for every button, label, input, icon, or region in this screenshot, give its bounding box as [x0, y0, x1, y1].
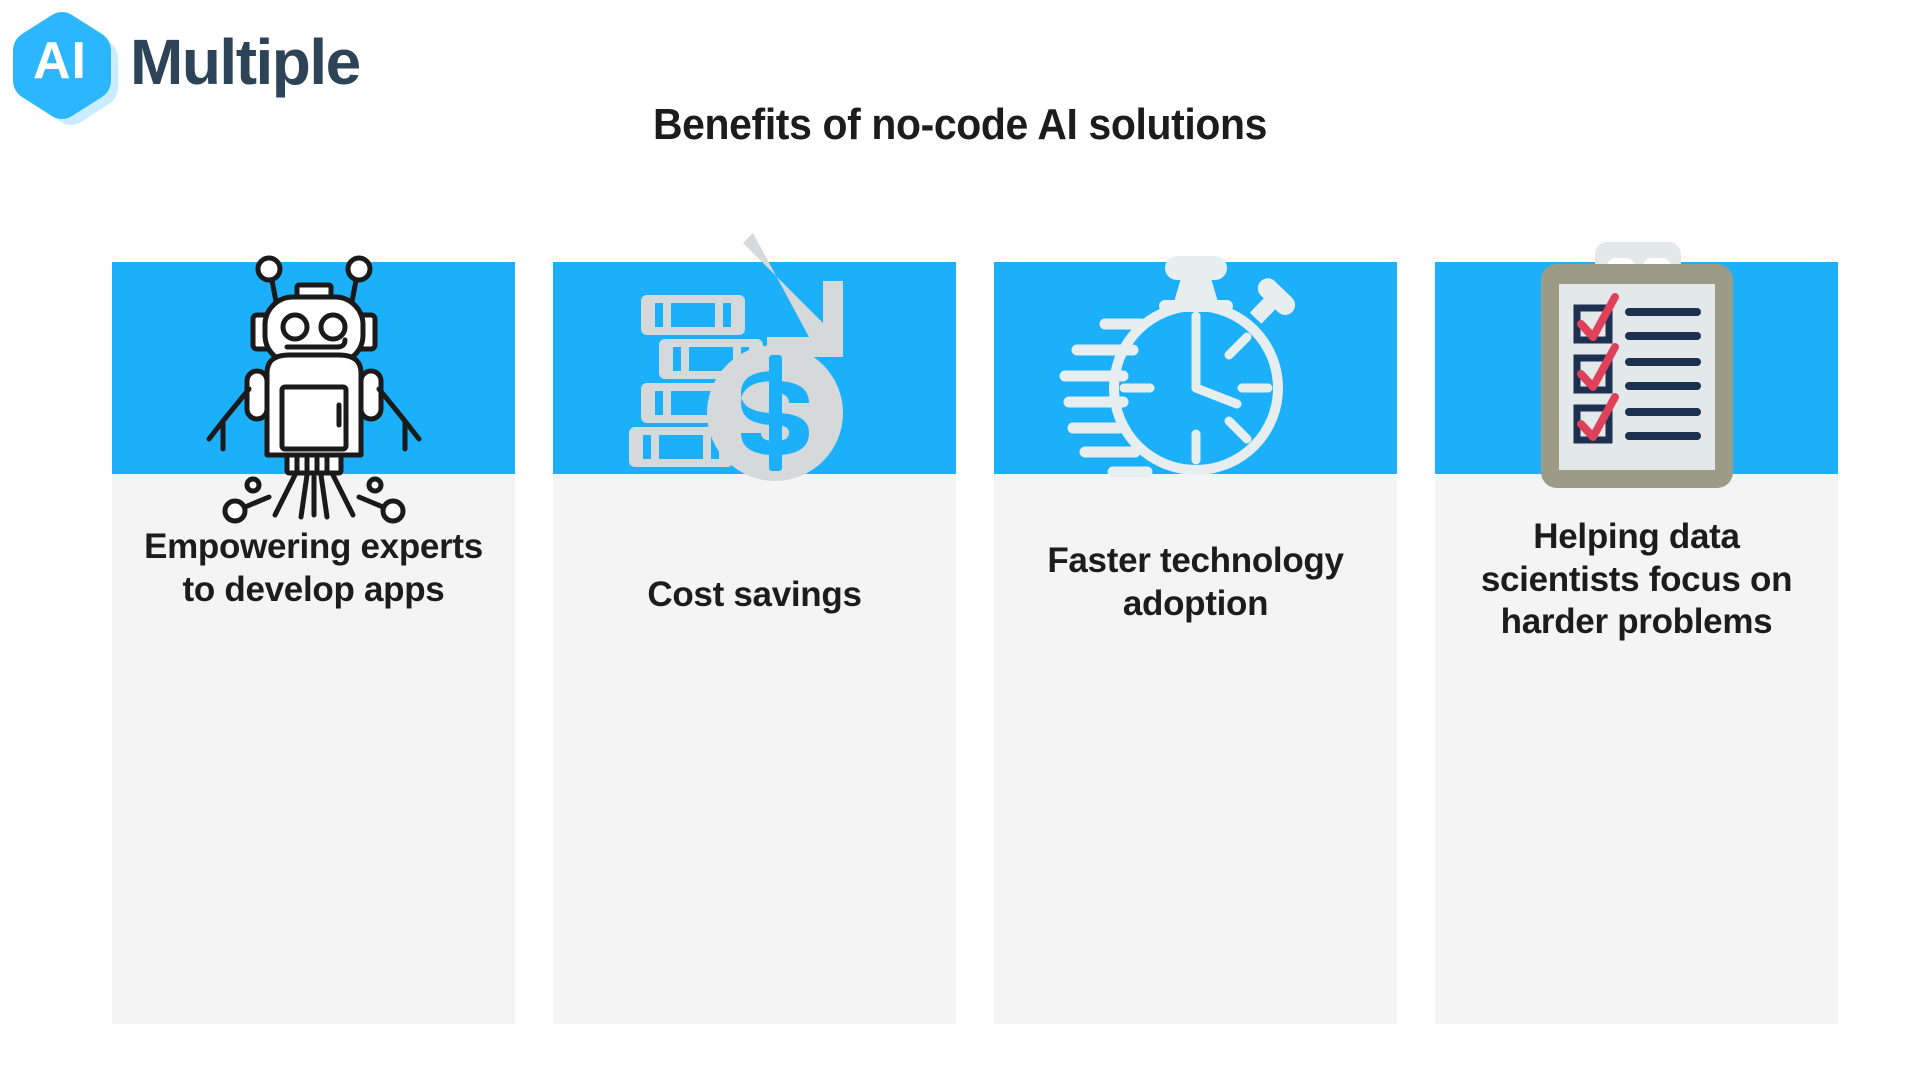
benefit-card-2: Cost savings	[553, 233, 956, 1024]
money-savings-icon	[553, 233, 956, 481]
benefit-card-4: Helping data scientists focus on harder …	[1435, 242, 1838, 1024]
card-1-header	[112, 255, 515, 524]
brand-wordmark: Multiple	[130, 26, 361, 98]
card-3-header	[994, 256, 1397, 478]
svg-text:AI: AI	[33, 32, 87, 90]
card-2-body: Cost savings	[553, 474, 956, 1024]
robot-icon	[112, 255, 515, 524]
card-1-label: Empowering experts to develop apps	[144, 527, 483, 609]
page-title: Benefits of no-code AI solutions	[652, 100, 1268, 149]
card-3-body: Faster technology adoption	[994, 474, 1397, 1024]
card-3-label: Faster technology adoption	[1047, 541, 1344, 623]
benefits-card-grid: Empowering experts to develop apps Cost …	[112, 233, 1838, 1024]
card-1-body: Empowering experts to develop apps	[112, 474, 515, 1024]
card-2-label: Cost savings	[647, 575, 862, 614]
benefit-card-1: Empowering experts to develop apps	[112, 255, 515, 1024]
stopwatch-icon	[994, 256, 1397, 478]
benefit-card-3: Faster technology adoption	[994, 256, 1397, 1024]
card-4-label: Helping data scientists focus on harder …	[1480, 517, 1793, 642]
clipboard-checklist-icon	[1435, 242, 1838, 488]
card-4-body: Helping data scientists focus on harder …	[1435, 474, 1838, 1024]
card-4-header	[1435, 242, 1838, 488]
infographic-page: AI Multiple Benefits of no-code AI solut…	[0, 0, 1920, 1080]
card-2-header	[553, 233, 956, 481]
